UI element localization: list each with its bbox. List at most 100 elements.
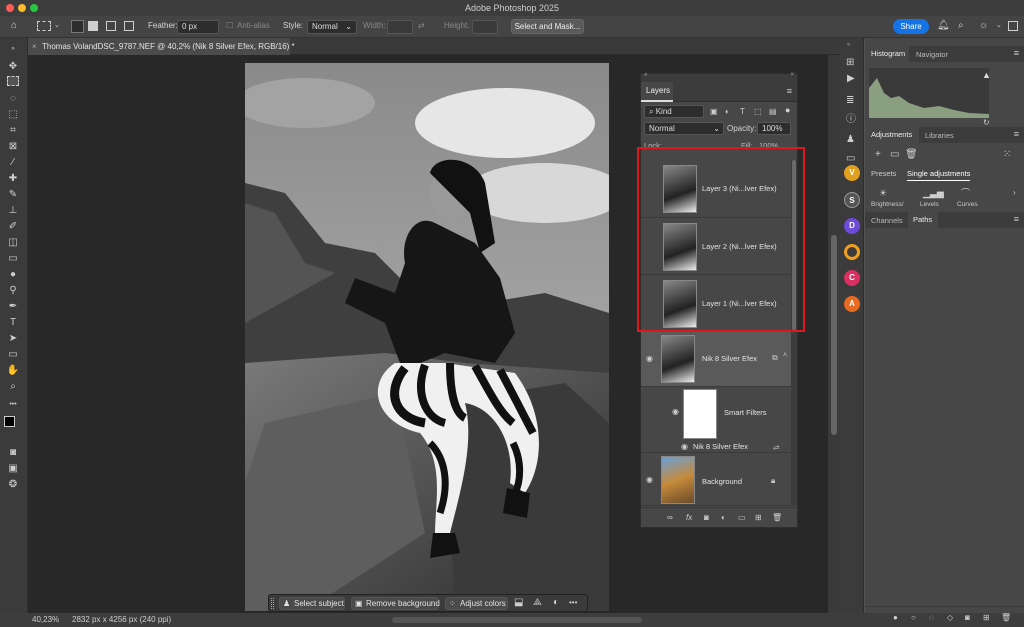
feather-input[interactable]: 0 px xyxy=(177,20,219,34)
brush-tool-icon[interactable]: ✎ xyxy=(5,188,21,202)
hand-tool-icon[interactable]: ✋ xyxy=(5,364,21,378)
dodge-tool-icon[interactable]: ⚲ xyxy=(5,284,21,298)
frame-tool-icon[interactable]: ⊠ xyxy=(5,140,21,154)
move-tool-icon[interactable]: ✥ xyxy=(5,60,21,74)
subtract-selection-icon[interactable] xyxy=(106,21,116,31)
foreground-color-swatch[interactable] xyxy=(4,416,15,427)
marquee-tool-icon[interactable] xyxy=(7,76,19,86)
plugin-d-icon[interactable]: D xyxy=(844,218,860,234)
grid-view-icon[interactable]: ⁙ xyxy=(1003,150,1011,160)
eye-icon[interactable]: ◉ xyxy=(681,442,688,451)
workspace-icon[interactable] xyxy=(1008,21,1018,31)
kind-filter-select[interactable]: ⌕ Kind xyxy=(644,105,704,118)
type-tool-icon[interactable]: T xyxy=(5,316,21,330)
screen-mode-icon[interactable]: ▣ xyxy=(5,462,21,476)
eraser-tool-icon[interactable]: ◫ xyxy=(5,236,21,250)
home-icon[interactable]: ⌂ xyxy=(11,21,17,31)
document-image[interactable] xyxy=(245,63,609,611)
person-icon[interactable]: ♟ xyxy=(846,135,855,145)
style-select[interactable]: Normal ⌄ xyxy=(307,20,357,34)
curves-icon[interactable]: ⌒ xyxy=(961,188,970,198)
minimize-window-button[interactable] xyxy=(18,4,26,12)
rectangle-tool-icon[interactable]: ▭ xyxy=(5,348,21,362)
history-brush-tool-icon[interactable]: ✐ xyxy=(5,220,21,234)
eyedropper-tool-icon[interactable]: ⁄ xyxy=(5,156,21,170)
tab-adjustments[interactable]: Adjustments xyxy=(865,127,919,143)
levels-label[interactable]: Levels xyxy=(920,201,939,208)
zoom-tool-icon[interactable]: ⌕ xyxy=(5,380,21,394)
more-tools-icon[interactable]: ••• xyxy=(5,398,21,412)
drag-handle-icon[interactable] xyxy=(271,598,274,609)
remove-background-button[interactable]: ▣ Remove background xyxy=(351,597,440,610)
chevron-right-icon[interactable]: › xyxy=(1013,188,1016,197)
share-button[interactable]: Share xyxy=(893,19,929,34)
more-options-icon[interactable]: ••• xyxy=(569,598,577,608)
zoom-level[interactable]: 40,23% xyxy=(32,613,59,627)
filter-name[interactable]: Nik 8 Silver Efex xyxy=(693,442,748,451)
levels-icon[interactable]: ▁▃▅ xyxy=(923,188,944,198)
fill-path-icon[interactable]: ● xyxy=(893,613,898,623)
chevron-down-icon[interactable]: ⌄ xyxy=(996,21,1002,31)
tab-navigator[interactable]: Navigator xyxy=(916,50,948,59)
plugin-a-icon[interactable]: A xyxy=(844,296,860,312)
brightness-label[interactable]: Brightness/ xyxy=(871,201,904,208)
lightbulb-icon[interactable]: ☼ xyxy=(979,21,988,31)
shape-filter-icon[interactable]: ⬚ xyxy=(754,107,762,117)
chevron-up-icon[interactable]: ˄ xyxy=(783,352,787,359)
clone-stamp-tool-icon[interactable]: ⊥ xyxy=(5,204,21,218)
object-selection-tool-icon[interactable]: ⬚ xyxy=(5,108,21,122)
panel-header[interactable]: « × xyxy=(641,72,797,82)
select-and-mask-button[interactable]: Select and Mask... xyxy=(511,19,584,34)
antialias-checkbox[interactable]: ☐ xyxy=(226,21,233,30)
trash-icon[interactable]: 🗑︎ xyxy=(905,150,918,160)
smart-object-filter-icon[interactable]: ▤ xyxy=(769,107,777,117)
fx-icon[interactable]: fx xyxy=(686,513,692,523)
load-selection-icon[interactable]: ◌ xyxy=(929,613,934,623)
path-selection-tool-icon[interactable]: ➤ xyxy=(5,332,21,346)
height-label-swap[interactable]: ⇄ xyxy=(418,21,425,30)
opacity-input[interactable]: 100% xyxy=(757,122,791,135)
tab-single-adjustments[interactable]: Single adjustments xyxy=(907,169,971,181)
warning-icon[interactable]: ▲ xyxy=(982,70,991,80)
chevron-down-icon[interactable]: ⌄ xyxy=(54,21,60,31)
eye-icon[interactable]: ◉ xyxy=(646,475,653,484)
mask-icon[interactable]: ◙ xyxy=(965,613,970,623)
layer-name[interactable]: Nik 8 Silver Efex xyxy=(702,354,757,363)
adjust-colors-button[interactable]: ⁘ Adjust colors xyxy=(445,597,508,610)
trash-icon[interactable]: 🗑︎ xyxy=(1001,613,1011,623)
comment-icon[interactable]: ▭ xyxy=(846,154,855,164)
trash-icon[interactable]: 🗑︎ xyxy=(772,513,782,523)
mask-icon[interactable]: ⬓ xyxy=(514,598,523,608)
play-icon[interactable]: ▶ xyxy=(847,74,855,84)
folder-icon[interactable]: ▭ xyxy=(738,513,746,523)
refresh-icon[interactable]: ↻ xyxy=(983,118,990,127)
generative-icon[interactable]: ❂ xyxy=(5,478,21,492)
close-window-button[interactable] xyxy=(6,4,14,12)
plugin-c-icon[interactable]: C xyxy=(844,270,860,286)
info-icon[interactable]: ⓘ xyxy=(846,115,856,125)
properties-icon[interactable]: ≣ xyxy=(846,96,854,106)
blur-tool-icon[interactable]: ● xyxy=(5,268,21,282)
plugin-s-icon[interactable]: S xyxy=(844,192,860,208)
stroke-path-icon[interactable]: ○ xyxy=(911,613,916,623)
search-icon[interactable]: ⌕ xyxy=(958,21,964,31)
layer-row-nik-8[interactable]: ◉ Nik 8 Silver Efex ⧉ ˄ xyxy=(641,332,791,387)
close-tab-icon[interactable]: × xyxy=(32,38,37,55)
intersect-selection-icon[interactable] xyxy=(124,21,134,31)
half-circle-icon[interactable]: ◐ xyxy=(553,598,559,608)
horizontal-scrollbar[interactable] xyxy=(392,617,642,623)
crop-tool-icon[interactable]: ⌗ xyxy=(5,124,21,138)
pen-tool-icon[interactable]: ✒ xyxy=(5,300,21,314)
filter-toggle-icon[interactable]: ● xyxy=(785,105,790,115)
link-icon[interactable]: ∞ xyxy=(667,513,673,523)
new-path-icon[interactable]: ⊞ xyxy=(983,613,990,623)
tab-channels[interactable]: Channels xyxy=(871,216,903,225)
new-layer-icon[interactable]: ⊞ xyxy=(755,513,762,523)
tab-presets[interactable]: Presets xyxy=(871,169,896,178)
gradient-tool-icon[interactable]: ▭ xyxy=(5,252,21,266)
document-tab[interactable]: × Thomas VolandDSC_9787.NEF @ 40,2% (Nik… xyxy=(28,38,295,55)
history-icon[interactable]: ⊞ xyxy=(846,58,854,68)
layer-name[interactable]: Background xyxy=(702,477,742,486)
smart-filters-row[interactable]: ◉ Smart Filters ◉ Nik 8 Silver Efex ⥄ xyxy=(641,387,791,453)
add-icon[interactable]: + xyxy=(875,150,881,160)
